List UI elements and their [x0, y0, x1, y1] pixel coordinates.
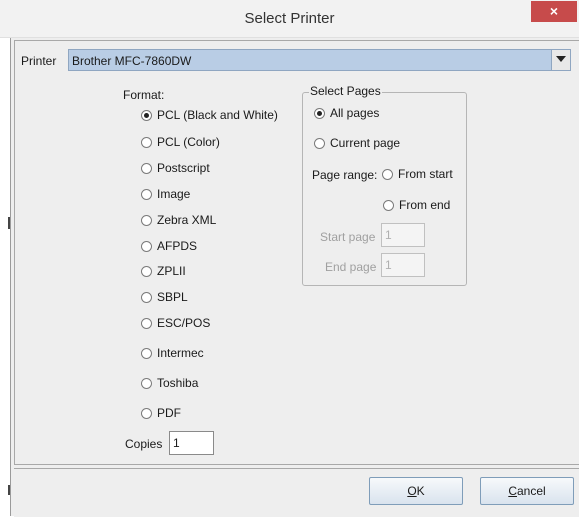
ok-mnemonic: O [407, 484, 417, 498]
radio-icon[interactable] [141, 163, 152, 174]
end-page-label: End page [325, 260, 377, 274]
format-option-label: PCL (Black and White) [157, 108, 278, 122]
from-end-option[interactable]: From end [383, 198, 450, 214]
cancel-label: ancel [516, 484, 546, 498]
radio-icon[interactable] [141, 266, 152, 277]
format-option-label: ESC/POS [157, 316, 211, 330]
current-page-option[interactable]: Current page [314, 136, 400, 152]
printer-label: Printer [21, 54, 57, 68]
format-option-label: Zebra XML [157, 213, 217, 227]
cancel-mnemonic: C [508, 484, 517, 498]
start-page-input[interactable] [381, 223, 425, 247]
radio-icon[interactable] [141, 241, 152, 252]
all-pages-option[interactable]: All pages [314, 106, 379, 122]
radio-icon[interactable] [141, 189, 152, 200]
chevron-down-icon [556, 56, 566, 62]
format-option-label: PCL (Color) [157, 135, 220, 149]
ok-button[interactable]: OK [369, 477, 463, 505]
printer-dropdown-button[interactable] [551, 50, 570, 70]
radio-icon[interactable] [141, 348, 152, 359]
format-option-intermec[interactable]: Intermec [141, 346, 204, 362]
radio-icon[interactable] [314, 138, 325, 149]
ok-label: K [416, 484, 425, 498]
format-option-label: PDF [157, 406, 181, 420]
format-option-sbpl[interactable]: SBPL [141, 290, 188, 306]
radio-icon[interactable] [141, 137, 152, 148]
close-button[interactable]: × [531, 1, 577, 22]
format-label: Format: [123, 88, 165, 102]
format-option-label: Intermec [157, 346, 204, 360]
window-title: Select Printer [244, 10, 335, 27]
radio-icon[interactable] [383, 200, 394, 211]
format-option-label: Image [157, 187, 191, 201]
format-option-label: ZPLII [157, 264, 186, 278]
format-option-pcl-color[interactable]: PCL (Color) [141, 135, 220, 151]
radio-icon[interactable] [141, 378, 152, 389]
radio-icon[interactable] [141, 292, 152, 303]
from-end-label: From end [399, 198, 451, 212]
from-start-label: From start [398, 167, 453, 181]
format-option-image[interactable]: Image [141, 187, 190, 203]
format-option-label: SBPL [157, 290, 188, 304]
title-bar[interactable]: Select Printer × [0, 0, 579, 38]
radio-icon[interactable] [141, 408, 152, 419]
radio-icon[interactable] [141, 215, 152, 226]
all-pages-label: All pages [330, 106, 380, 120]
format-option-zplii[interactable]: ZPLII [141, 264, 186, 280]
copies-input[interactable] [169, 431, 214, 455]
radio-selected-icon[interactable] [141, 110, 152, 121]
radio-selected-icon[interactable] [314, 108, 325, 119]
window-edge-mark [8, 217, 10, 229]
radio-icon[interactable] [382, 169, 393, 180]
page-range-label: Page range: [312, 168, 378, 182]
start-page-label: Start page [320, 230, 376, 244]
printer-selected-value: Brother MFC-7860DW [72, 54, 192, 68]
format-option-label: Toshiba [157, 376, 199, 390]
from-start-option[interactable]: From start [382, 167, 453, 183]
end-page-input[interactable] [381, 253, 425, 277]
format-option-postscript[interactable]: Postscript [141, 161, 210, 177]
close-icon: × [549, 3, 559, 19]
window-edge-mark [8, 485, 10, 495]
format-option-zebra-xml[interactable]: Zebra XML [141, 213, 216, 229]
format-option-afpds[interactable]: AFPDS [141, 239, 197, 255]
dialog-content [14, 40, 579, 465]
current-page-label: Current page [330, 136, 401, 150]
radio-icon[interactable] [141, 318, 152, 329]
format-option-label: Postscript [157, 161, 210, 175]
format-option-toshiba[interactable]: Toshiba [141, 376, 198, 392]
cancel-button[interactable]: Cancel [480, 477, 574, 505]
format-option-pcl-bw[interactable]: PCL (Black and White) [141, 108, 278, 124]
printer-select[interactable]: Brother MFC-7860DW [68, 49, 571, 71]
format-option-label: AFPDS [157, 239, 198, 253]
format-option-pdf[interactable]: PDF [141, 406, 181, 422]
select-pages-legend: Select Pages [309, 84, 382, 98]
format-option-esc-pos[interactable]: ESC/POS [141, 316, 210, 332]
copies-label: Copies [125, 437, 163, 451]
